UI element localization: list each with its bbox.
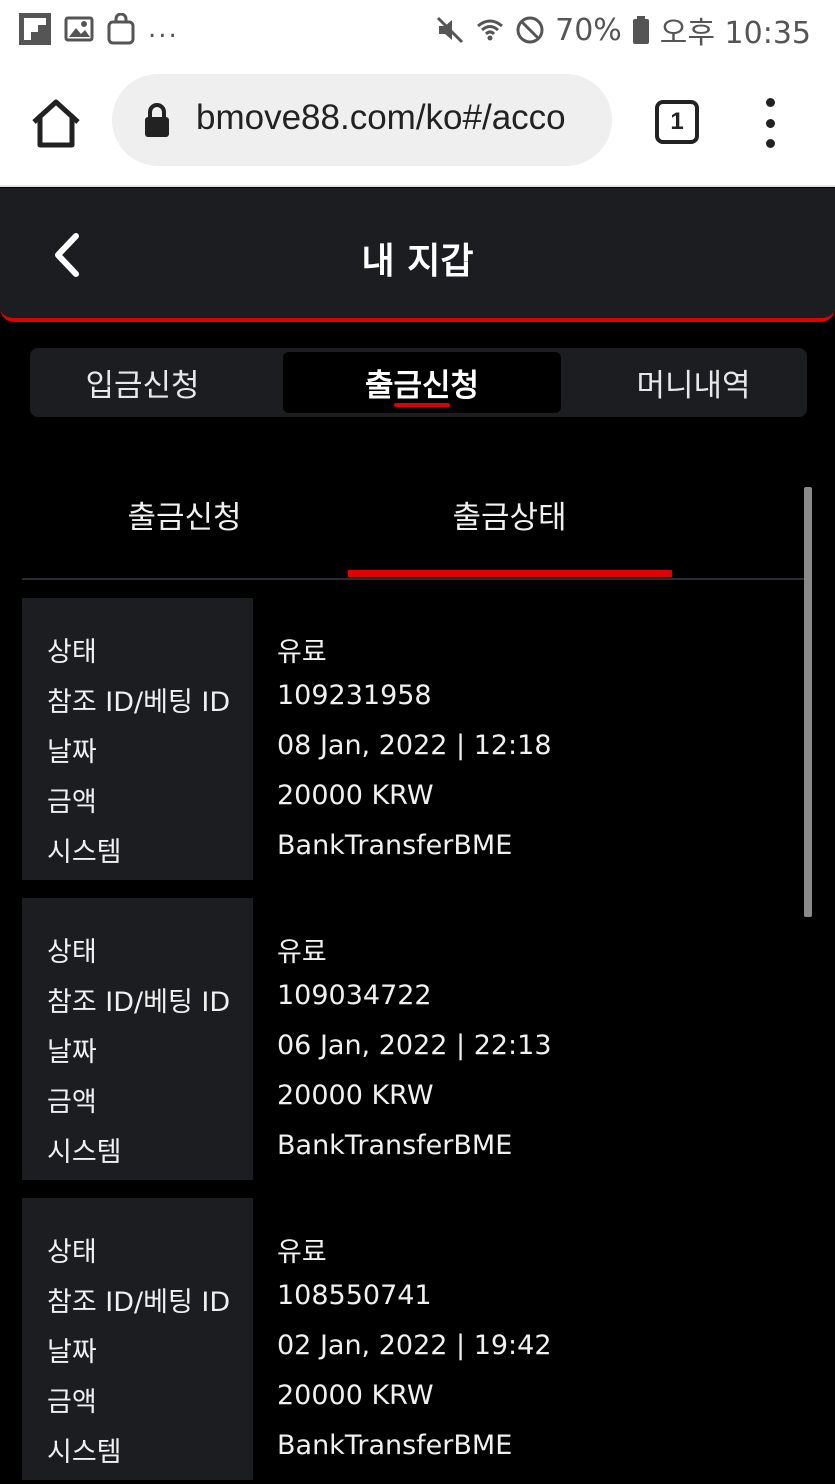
system-status: 70% 오후 10:35: [435, 8, 811, 52]
ref-id-value: 108550741: [277, 1280, 432, 1311]
subtab-withdraw-status[interactable]: 출금상태: [387, 492, 632, 537]
amount-label: 금액: [47, 787, 97, 818]
subtab-withdraw-request[interactable]: 출금신청: [62, 492, 307, 537]
page-title: 내 지갑: [361, 241, 474, 282]
withdraw-subtabs: 출금신청 출금상태: [22, 470, 812, 580]
ref-id-label: 참조 ID/베팅 ID: [47, 687, 231, 718]
gallery-icon: [64, 16, 94, 42]
date-value: 06 Jan, 2022 | 22:13: [277, 1030, 552, 1061]
ref-id-value: 109034722: [277, 980, 432, 1011]
system-label: 시스템: [47, 837, 122, 868]
status-bar: ... 70% 오후 10:35: [0, 0, 835, 58]
home-icon[interactable]: [30, 98, 82, 150]
status-label: 상태: [47, 1237, 97, 1268]
withdrawal-record: 상태 참조 ID/베팅 ID 날짜 금액 시스템 유료 109231958 08…: [22, 598, 812, 880]
browser-toolbar: bmove88.com/ko#/acco 1: [0, 58, 835, 187]
status-label: 상태: [47, 937, 97, 968]
clock: 오후 10:35: [659, 16, 811, 51]
amount-value: 20000 KRW: [277, 780, 434, 811]
status-value: 유료: [277, 637, 327, 668]
tab-label: 출금신청: [364, 368, 480, 404]
ref-id-label: 참조 ID/베팅 ID: [47, 1287, 231, 1318]
battery-percent: 70%: [555, 12, 622, 48]
mute-icon: [437, 16, 464, 44]
url-text[interactable]: bmove88.com/ko#/acco: [196, 98, 596, 138]
amount-value: 20000 KRW: [277, 1380, 434, 1411]
tab-label: 입금신청: [85, 368, 200, 404]
ref-id-value: 109231958: [277, 680, 432, 711]
withdrawal-record: 상태 참조 ID/베팅 ID 날짜 금액 시스템 유료 109034722 06…: [22, 898, 812, 1180]
address-bar[interactable]: bmove88.com/ko#/acco: [112, 74, 612, 166]
tab-switcher-button[interactable]: 1: [655, 100, 699, 144]
date-value: 02 Jan, 2022 | 19:42: [277, 1330, 552, 1361]
tab-withdraw-request[interactable]: 출금신청: [283, 352, 561, 413]
shopping-bag-icon: [107, 13, 135, 45]
browser-menu-icon[interactable]: [758, 98, 782, 148]
notification-icons: ...: [18, 12, 179, 46]
flipboard-icon: [19, 13, 51, 45]
app-header: 내 지갑: [0, 188, 835, 322]
date-label: 날짜: [47, 1337, 97, 1368]
withdrawal-record: 상태 참조 ID/베팅 ID 날짜 금액 시스템 유료 108550741 02…: [22, 1198, 812, 1480]
battery-icon: [632, 16, 649, 44]
ref-id-label: 참조 ID/베팅 ID: [47, 987, 231, 1018]
amount-label: 금액: [47, 1387, 97, 1418]
system-value: BankTransferBME: [277, 1130, 513, 1161]
system-value: BankTransferBME: [277, 830, 513, 861]
tab-money-history[interactable]: 머니내역: [580, 348, 807, 417]
system-value: BankTransferBME: [277, 1430, 513, 1461]
amount-value: 20000 KRW: [277, 1080, 434, 1111]
status-label: 상태: [47, 637, 97, 668]
wallet-tabs: 입금신청 출금신청 머니내역: [30, 348, 807, 417]
more-notifications-icon: ...: [148, 14, 179, 44]
date-label: 날짜: [47, 737, 97, 768]
tab-deposit-request[interactable]: 입금신청: [30, 348, 255, 417]
date-value: 08 Jan, 2022 | 12:18: [277, 730, 552, 761]
active-tab-indicator: [394, 403, 450, 407]
active-subtab-indicator: [348, 570, 672, 577]
date-label: 날짜: [47, 1037, 97, 1068]
do-not-disturb-icon: [516, 16, 544, 44]
system-label: 시스템: [47, 1437, 122, 1468]
lock-icon: [145, 103, 169, 137]
wifi-icon: [477, 19, 504, 41]
status-value: 유료: [277, 937, 327, 968]
status-value: 유료: [277, 1237, 327, 1268]
tab-label: 머니내역: [636, 368, 751, 404]
amount-label: 금액: [47, 1087, 97, 1118]
system-label: 시스템: [47, 1137, 122, 1168]
